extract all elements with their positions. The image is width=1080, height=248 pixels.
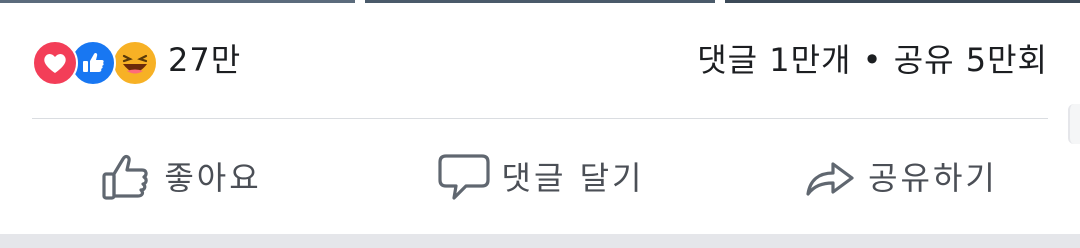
divider xyxy=(32,118,1048,119)
media-bottom-edge xyxy=(0,0,1080,3)
feed-separator xyxy=(0,234,1080,248)
share-button[interactable]: 공유하기 xyxy=(720,120,1080,232)
haha-icon xyxy=(112,40,158,86)
post-summary-bar: 27만 댓글 1만개 • 공유 5만회 xyxy=(0,28,1080,92)
comment-share-stats[interactable]: 댓글 1만개 • 공유 5만회 xyxy=(697,42,1048,78)
heart-icon xyxy=(32,40,78,86)
scroll-edge xyxy=(1068,104,1080,144)
comment-button[interactable]: 댓글 달기 xyxy=(360,120,720,232)
share-label: 공유하기 xyxy=(868,159,998,197)
thumbs-up-icon xyxy=(102,154,149,200)
share-arrow-icon xyxy=(806,162,854,196)
action-bar: 좋아요 댓글 달기 공유하기 xyxy=(0,120,1080,232)
like-button[interactable]: 좋아요 xyxy=(0,120,360,232)
like-label: 좋아요 xyxy=(164,159,262,197)
reaction-count[interactable]: 27만 xyxy=(168,42,241,78)
comment-label: 댓글 달기 xyxy=(501,159,645,197)
comment-bubble-icon xyxy=(437,154,490,200)
